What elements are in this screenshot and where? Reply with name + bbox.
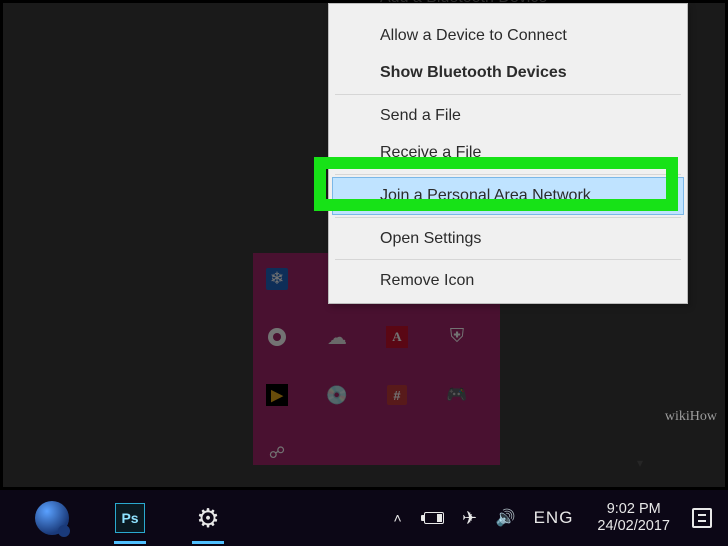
desktop-area: ❄ ☁ A ⛨ ▶ 💿 # 🎮 ☍ Add a Bluetooth Device… bbox=[3, 3, 725, 487]
menu-show-bluetooth-devices[interactable]: Show Bluetooth Devices bbox=[332, 54, 684, 92]
volume-icon[interactable]: 🔊 bbox=[496, 490, 516, 546]
tray-defender-icon[interactable]: ⛨ bbox=[445, 325, 469, 349]
tray-misc-icon[interactable]: ☍ bbox=[265, 441, 289, 465]
tray-onedrive-icon[interactable]: ☁ bbox=[325, 325, 349, 349]
tray-slack-icon[interactable]: # bbox=[385, 383, 409, 407]
wikihow-watermark: wikiHow bbox=[665, 409, 717, 425]
tray-plex-icon[interactable]: ▶ bbox=[265, 383, 289, 407]
menu-allow-device-connect[interactable]: Allow a Device to Connect bbox=[332, 17, 684, 55]
menu-receive-file[interactable]: Receive a File bbox=[332, 134, 684, 172]
gear-icon: ⚙ bbox=[196, 503, 219, 534]
taskbar-settings-app[interactable]: ⚙ bbox=[186, 496, 230, 540]
taskbar[interactable]: Ps ⚙ ˄ ✈ 🔊 ENG 9:02 PM 24/02/2017 bbox=[0, 490, 728, 546]
clock-time: 9:02 PM bbox=[607, 501, 661, 518]
taskbar-system-area: ˄ ✈ 🔊 ENG 9:02 PM 24/02/2017 bbox=[388, 490, 728, 546]
language-indicator[interactable]: ENG bbox=[532, 508, 576, 528]
chat-bubble-icon bbox=[35, 501, 69, 535]
tray-overflow-chevron-icon[interactable]: ˄ bbox=[388, 490, 408, 546]
scroll-down-chevron-icon[interactable]: ▾ bbox=[633, 456, 647, 470]
menu-separator bbox=[335, 259, 681, 260]
taskbar-chat-app[interactable] bbox=[30, 496, 74, 540]
action-center-icon[interactable] bbox=[692, 490, 712, 546]
taskbar-clock[interactable]: 9:02 PM 24/02/2017 bbox=[591, 501, 676, 536]
menu-separator bbox=[335, 217, 681, 218]
menu-send-file[interactable]: Send a File bbox=[332, 97, 684, 135]
photoshop-icon: Ps bbox=[115, 503, 145, 533]
menu-separator bbox=[335, 174, 681, 175]
tray-camera-icon[interactable] bbox=[265, 325, 289, 349]
menu-separator bbox=[335, 94, 681, 95]
clock-date: 24/02/2017 bbox=[597, 518, 670, 535]
tray-snowflake-icon[interactable]: ❄ bbox=[265, 267, 289, 291]
tray-disc-icon[interactable]: 💿 bbox=[325, 383, 349, 407]
battery-icon[interactable] bbox=[424, 490, 444, 546]
tray-adobe-icon[interactable]: A bbox=[385, 325, 409, 349]
taskbar-photoshop-app[interactable]: Ps bbox=[108, 496, 152, 540]
bluetooth-context-menu[interactable]: Add a Bluetooth Device Allow a Device to… bbox=[328, 3, 688, 304]
airplane-mode-icon[interactable]: ✈ bbox=[460, 490, 480, 546]
menu-remove-icon[interactable]: Remove Icon bbox=[332, 262, 684, 300]
menu-open-settings[interactable]: Open Settings bbox=[332, 220, 684, 258]
menu-join-personal-area-network[interactable]: Join a Personal Area Network bbox=[332, 177, 684, 215]
menu-add-bluetooth-device[interactable]: Add a Bluetooth Device bbox=[332, 0, 684, 17]
tray-steam-icon[interactable]: 🎮 bbox=[445, 383, 469, 407]
taskbar-apps: Ps ⚙ bbox=[0, 496, 230, 540]
